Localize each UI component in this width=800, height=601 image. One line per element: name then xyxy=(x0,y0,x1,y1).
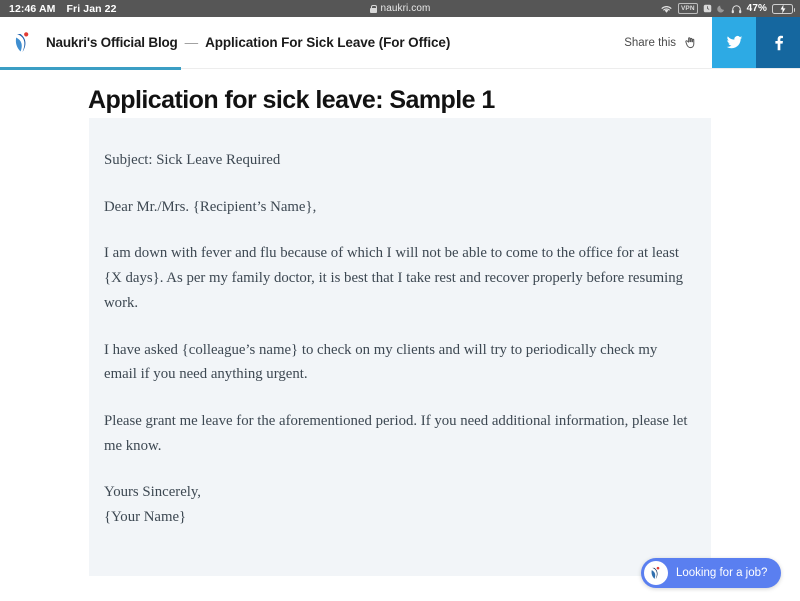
share-this-label: Share this xyxy=(624,36,676,49)
sample-letter-card: Subject: Sick Leave Required Dear Mr./Mr… xyxy=(89,118,711,576)
ios-status-bar: 12:46 AM Fri Jan 22 naukri.com VPN 47% xyxy=(0,0,800,17)
blog-brand-link[interactable]: Naukri's Official Blog xyxy=(46,35,178,50)
headphones-icon xyxy=(731,4,742,14)
wifi-icon xyxy=(660,4,673,14)
vpn-badge: VPN xyxy=(678,3,698,14)
page-title: Application for sick leave: Sample 1 xyxy=(88,86,495,114)
facebook-f-icon xyxy=(774,35,783,51)
battery-charging-icon xyxy=(772,3,795,14)
status-bar-url: naukri.com xyxy=(380,3,431,14)
lock-icon xyxy=(369,4,378,13)
status-bar-time: 12:46 AM xyxy=(9,2,56,15)
battery-percent-label: 47% xyxy=(746,3,767,14)
pointing-hand-icon xyxy=(683,35,698,50)
letter-paragraph-1: I am down with fever and flu because of … xyxy=(104,245,684,311)
twitter-bird-icon xyxy=(726,35,742,49)
letter-signature-name: {Your Name} xyxy=(104,509,187,526)
share-bar: Share this xyxy=(610,17,800,68)
letter-subject-line: Subject: Sick Leave Required xyxy=(104,152,281,168)
letter-signoff: Yours Sincerely, xyxy=(104,484,202,501)
share-facebook-button[interactable] xyxy=(756,17,800,68)
chat-button-label: Looking for a job? xyxy=(676,567,768,579)
do-not-disturb-moon-icon xyxy=(716,4,726,13)
header-page-title: Application For Sick Leave (For Office) xyxy=(205,35,451,50)
naukri-logo-icon[interactable] xyxy=(12,31,34,55)
article-body: Application for sick leave: Sample 1 Sub… xyxy=(0,70,800,576)
letter-salutation: Dear Mr./Mrs. {Recipient’s Name}, xyxy=(104,198,317,215)
status-bar-right: VPN 47% xyxy=(660,3,795,14)
share-this-label-group: Share this xyxy=(610,17,712,68)
looking-for-a-job-chat-button[interactable]: Looking for a job? xyxy=(641,558,782,588)
site-header: Naukri's Official Blog — Application For… xyxy=(0,17,800,69)
breadcrumb-separator: — xyxy=(184,35,199,50)
header-breadcrumb: Naukri's Official Blog — Application For… xyxy=(46,35,450,50)
letter-paragraph-2: I have asked {colleague’s name} to check… xyxy=(104,341,658,383)
alarm-clock-icon xyxy=(703,4,712,13)
status-bar-left: 12:46 AM Fri Jan 22 xyxy=(0,3,117,15)
status-bar-date: Fri Jan 22 xyxy=(66,2,117,15)
share-twitter-button[interactable] xyxy=(712,17,756,68)
letter-paragraph-3: Please grant me leave for the aforementi… xyxy=(104,412,688,454)
chat-naukri-logo-icon xyxy=(644,561,668,585)
